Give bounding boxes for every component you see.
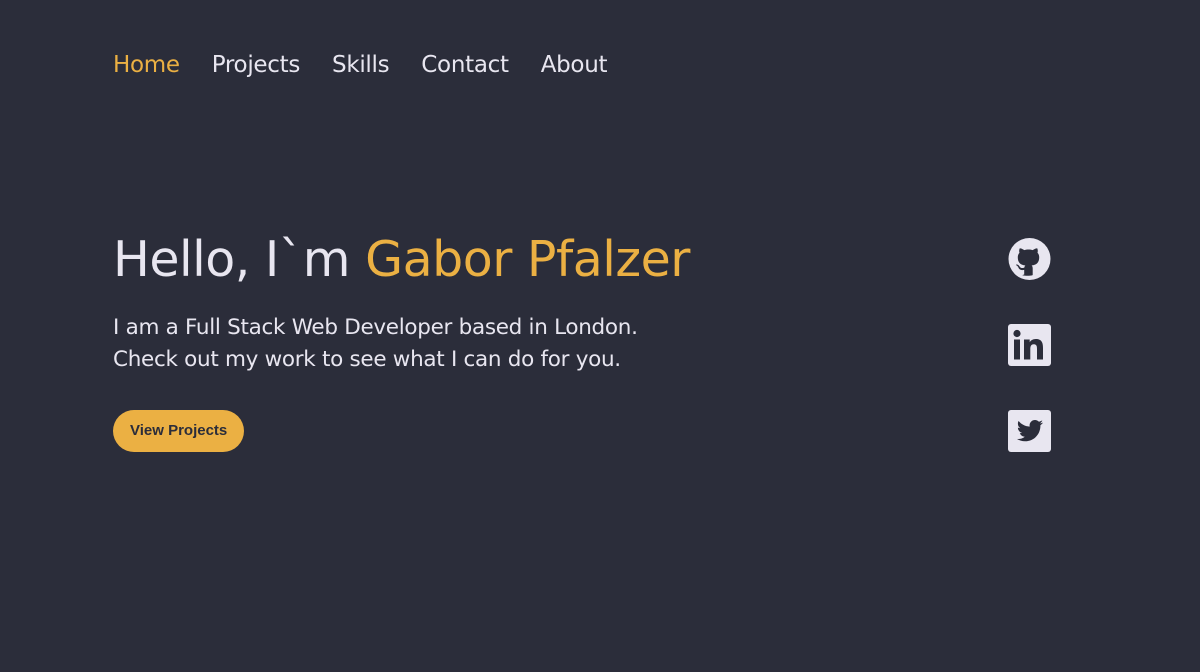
hero-name: Gabor Pfalzer [365, 231, 690, 288]
linkedin-link[interactable] [1008, 324, 1051, 366]
twitter-link[interactable] [1008, 410, 1051, 452]
hero-intro-line-1: I am a Full Stack Web Developer based in… [113, 315, 638, 340]
view-projects-button[interactable]: View Projects [113, 410, 245, 452]
github-icon [1008, 238, 1051, 280]
twitter-icon [1008, 410, 1051, 452]
github-link[interactable] [1008, 238, 1051, 280]
hero-greeting: Hello, I`m [113, 231, 366, 288]
nav-projects[interactable]: Projects [212, 50, 301, 80]
main-nav: Home Projects Skills Contact About [113, 50, 608, 80]
hero-intro: I am a Full Stack Web Developer based in… [113, 312, 690, 376]
hero-headline: Hello, I`m Gabor Pfalzer [113, 230, 690, 290]
nav-skills[interactable]: Skills [332, 50, 390, 80]
linkedin-icon [1008, 324, 1051, 366]
nav-home[interactable]: Home [113, 50, 180, 80]
hero-section: Hello, I`m Gabor Pfalzer I am a Full Sta… [113, 230, 690, 452]
nav-about[interactable]: About [541, 50, 608, 80]
hero-intro-line-2: Check out my work to see what I can do f… [113, 347, 621, 372]
social-links [1008, 238, 1051, 452]
nav-contact[interactable]: Contact [421, 50, 509, 80]
